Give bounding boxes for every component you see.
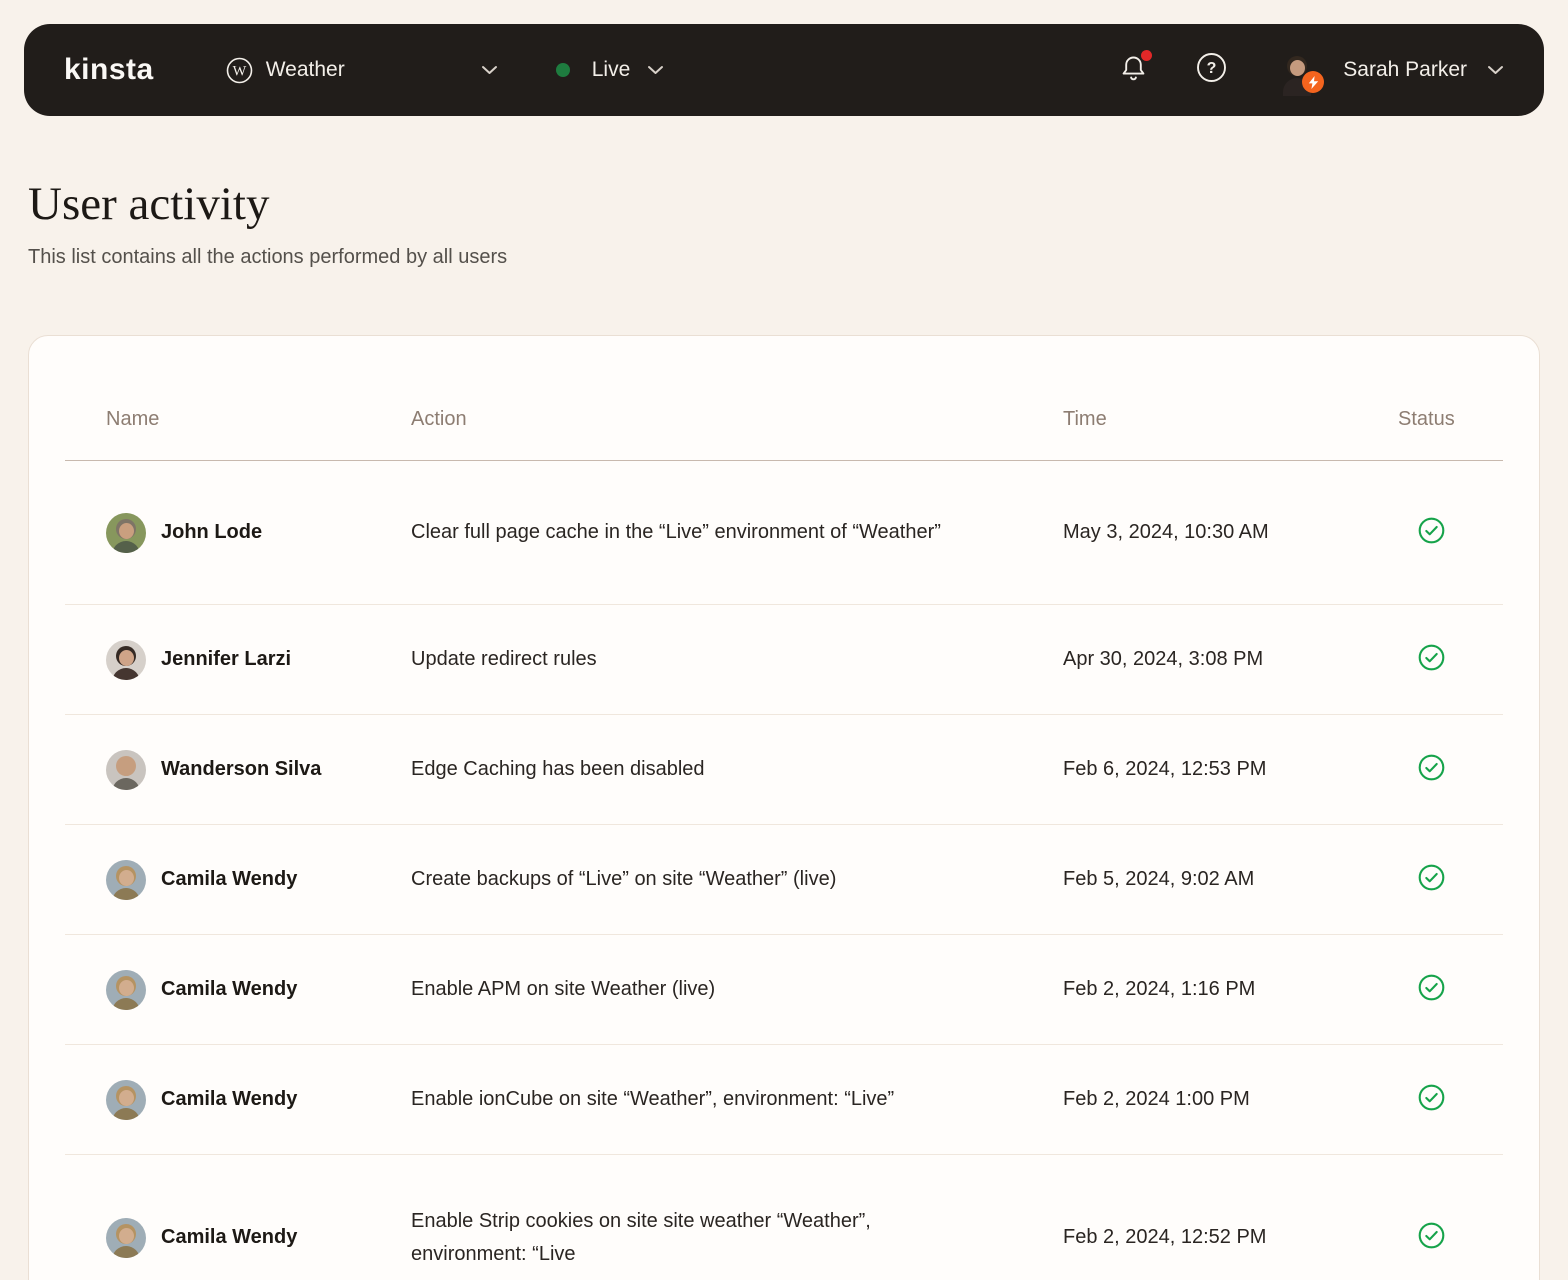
help-button[interactable]: ? bbox=[1196, 52, 1227, 88]
page-subtitle: This list contains all the actions perfo… bbox=[28, 246, 508, 268]
user-name: Jennifer Larzi bbox=[161, 648, 292, 670]
status-cell bbox=[1398, 864, 1503, 896]
notifications-button[interactable] bbox=[1119, 49, 1153, 88]
action-time: Feb 2, 2024, 1:16 PM bbox=[1063, 978, 1256, 1000]
user-name: Camila Wendy bbox=[161, 1088, 298, 1110]
environment-label: Live bbox=[591, 58, 631, 81]
table-row: John Lode Clear full page cache in the “… bbox=[65, 461, 1503, 605]
svg-text:?: ? bbox=[1207, 60, 1217, 77]
action-time: Feb 6, 2024, 12:53 PM bbox=[1063, 758, 1267, 780]
notification-alert-dot bbox=[1141, 49, 1153, 61]
top-navbar: kinsta W Weather Live ? Sarah Parker bbox=[24, 24, 1544, 116]
svg-text:W: W bbox=[232, 63, 246, 79]
status-cell bbox=[1398, 754, 1503, 786]
navbar-right-actions: ? Sarah Parker bbox=[1119, 49, 1504, 96]
user-name: Wanderson Silva bbox=[161, 758, 322, 780]
chevron-down-icon bbox=[647, 65, 664, 75]
avatar bbox=[106, 639, 146, 680]
table-row: Jennifer Larzi Update redirect rules Apr… bbox=[65, 605, 1503, 715]
avatar bbox=[106, 969, 146, 1010]
column-header-status: Status bbox=[1398, 408, 1455, 430]
avatar bbox=[106, 1217, 146, 1258]
column-header-name: Name bbox=[106, 408, 160, 430]
action-description: Edge Caching has been disabled bbox=[411, 758, 705, 780]
live-status-dot bbox=[555, 63, 570, 77]
check-circle-icon bbox=[1418, 864, 1445, 896]
avatar bbox=[106, 1079, 146, 1120]
action-description: Enable APM on site Weather (live) bbox=[411, 978, 716, 1000]
action-time: Feb 2, 2024, 12:52 PM bbox=[1063, 1226, 1267, 1248]
user-activity-card: Name Action Time Status John Lode Clear … bbox=[28, 335, 1540, 1280]
check-circle-icon bbox=[1418, 754, 1445, 786]
lightning-badge-icon bbox=[1302, 71, 1325, 93]
user-name: Camila Wendy bbox=[161, 868, 298, 890]
action-time: May 3, 2024, 10:30 AM bbox=[1063, 521, 1269, 543]
table-row: Camila Wendy Enable Strip cookies on sit… bbox=[65, 1155, 1503, 1280]
avatar bbox=[106, 749, 146, 790]
user-name: Sarah Parker bbox=[1343, 58, 1467, 81]
table-row: Wanderson Silva Edge Caching has been di… bbox=[65, 715, 1503, 825]
help-icon: ? bbox=[1196, 52, 1227, 88]
kinsta-logo: kinsta bbox=[64, 53, 154, 86]
action-time: Apr 30, 2024, 3:08 PM bbox=[1063, 648, 1264, 670]
status-cell bbox=[1398, 1084, 1503, 1116]
avatar bbox=[106, 859, 146, 900]
status-cell bbox=[1398, 644, 1503, 676]
user-name: Camila Wendy bbox=[161, 1226, 298, 1248]
avatar bbox=[106, 512, 146, 553]
user-menu-dropdown[interactable]: Sarah Parker bbox=[1277, 50, 1504, 96]
chevron-down-icon bbox=[1487, 65, 1504, 75]
user-name: John Lode bbox=[161, 521, 263, 543]
check-circle-icon bbox=[1418, 644, 1445, 676]
check-circle-icon bbox=[1418, 974, 1445, 1006]
check-circle-icon bbox=[1418, 1222, 1445, 1254]
status-cell bbox=[1398, 1222, 1503, 1254]
page-title: User activity bbox=[28, 178, 270, 230]
action-time: Feb 5, 2024, 9:02 AM bbox=[1063, 868, 1255, 890]
chevron-down-icon bbox=[481, 65, 498, 75]
action-description: Enable Strip cookies on site site weathe… bbox=[411, 1209, 871, 1265]
check-circle-icon bbox=[1418, 517, 1445, 549]
table-row: Camila Wendy Enable ionCube on site “Wea… bbox=[65, 1045, 1503, 1155]
action-description: Enable ionCube on site “Weather”, enviro… bbox=[411, 1088, 895, 1110]
action-description: Create backups of “Live” on site “Weathe… bbox=[411, 868, 837, 890]
status-cell bbox=[1398, 974, 1503, 1006]
user-name: Camila Wendy bbox=[161, 978, 298, 1000]
column-header-action: Action bbox=[411, 408, 467, 430]
action-description: Update redirect rules bbox=[411, 648, 597, 670]
status-cell bbox=[1398, 517, 1503, 549]
column-header-time: Time bbox=[1063, 408, 1107, 430]
wordpress-icon: W bbox=[226, 57, 253, 84]
check-circle-icon bbox=[1418, 1084, 1445, 1116]
table-header-row: Name Action Time Status bbox=[65, 336, 1503, 461]
environment-selector-dropdown[interactable]: Live bbox=[555, 58, 665, 82]
action-time: Feb 2, 2024 1:00 PM bbox=[1063, 1088, 1250, 1110]
table-row: Camila Wendy Create backups of “Live” on… bbox=[65, 825, 1503, 935]
site-selector-label: Weather bbox=[265, 58, 345, 81]
site-selector-dropdown[interactable]: W Weather bbox=[226, 57, 498, 84]
user-avatar bbox=[1277, 50, 1325, 96]
table-row: Camila Wendy Enable APM on site Weather … bbox=[65, 935, 1503, 1045]
page-header: User activity This list contains all the… bbox=[28, 176, 1540, 269]
action-description: Clear full page cache in the “Live” envi… bbox=[411, 521, 941, 543]
